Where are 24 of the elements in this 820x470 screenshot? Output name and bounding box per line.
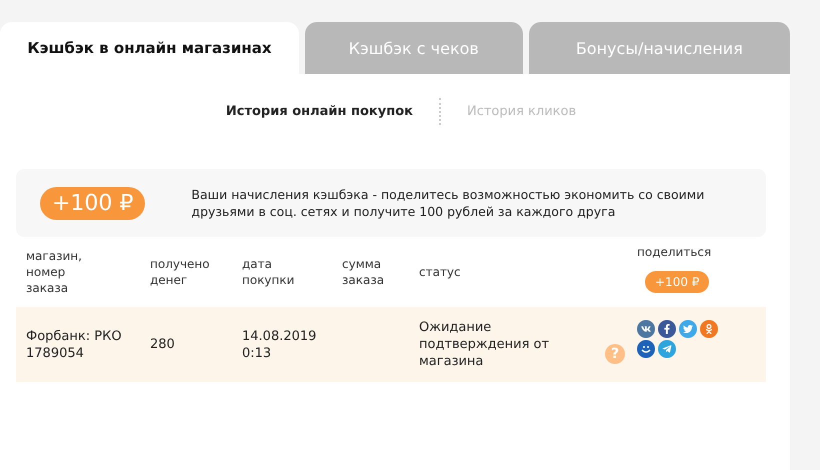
table-cell-text: Ожидание подтверждения от магазина	[418, 319, 550, 370]
vk-icon[interactable]	[637, 320, 655, 338]
bonus-badge: +100 ₽	[645, 271, 710, 293]
odnoklassniki-icon[interactable]	[700, 320, 718, 338]
subtab[interactable]: История кликов	[438, 98, 602, 125]
tab[interactable]: Кэшбэк в онлайн магазинах	[0, 22, 299, 74]
tab[interactable]: Бонусы/начисления	[528, 22, 790, 74]
column-header: поделиться	[637, 245, 712, 259]
smiley-icon[interactable]	[637, 340, 655, 358]
column-header: магазин, номер заказа	[25, 248, 83, 296]
table-cell-text: 280	[149, 336, 176, 353]
column-header: получено денег	[149, 256, 211, 288]
table-cell-text: Форбанк: РКО 1789054	[25, 328, 123, 362]
table-cell-text: 14.08.2019 0:13	[241, 328, 318, 362]
help-icon[interactable]: ?	[605, 344, 625, 364]
telegram-icon[interactable]	[658, 340, 676, 358]
column-header: сумма заказа	[341, 256, 386, 288]
column-header: статус	[418, 264, 462, 280]
facebook-icon[interactable]	[658, 320, 676, 338]
promo-text: Ваши начисления кэшбэка - поделитесь возможностью экономить со своими друзьями в соц. сетях и получите 100 рублей за каждого друга	[191, 186, 706, 220]
tab[interactable]: Кэшбэк с чеков	[304, 22, 523, 74]
subtab[interactable]: История онлайн покупок	[200, 98, 439, 125]
column-header: дата покупки	[241, 256, 296, 288]
bonus-badge: +100 ₽	[40, 186, 146, 220]
